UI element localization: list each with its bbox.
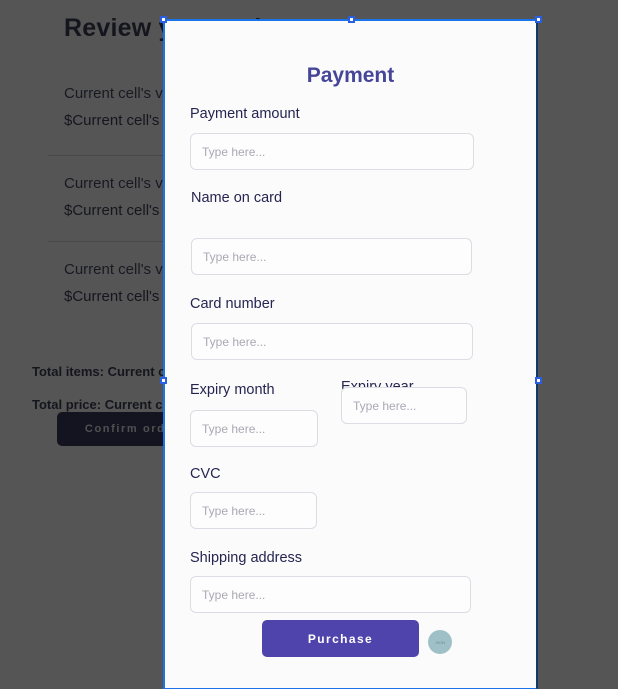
- resize-handle-middle-right[interactable]: [535, 377, 542, 384]
- expiry-year-input[interactable]: [341, 387, 467, 424]
- expiry-month-input[interactable]: [190, 410, 318, 447]
- label-payment-amount: Payment amount: [190, 106, 300, 122]
- payment-modal: Payment Payment amount Name on card Card…: [164, 20, 537, 689]
- label-shipping-address: Shipping address: [190, 550, 303, 566]
- shipping-address-input[interactable]: [190, 576, 471, 613]
- resize-handle-middle-left[interactable]: [160, 377, 167, 384]
- payment-amount-input[interactable]: [190, 133, 474, 170]
- label-expiry-month: Expiry month: [190, 382, 275, 398]
- cvc-input[interactable]: [190, 492, 317, 529]
- modal-title: Payment: [306, 64, 395, 87]
- purchase-button[interactable]: Purchase: [262, 620, 419, 657]
- resize-handle-top-right[interactable]: [535, 16, 542, 23]
- label-card-number: Card number: [190, 296, 275, 312]
- resize-handle-top-center[interactable]: [348, 16, 355, 23]
- screenshot-root: Review your order Current cell's value $…: [0, 0, 618, 689]
- status-badge[interactable]: JSON: [428, 630, 452, 654]
- label-name-on-card: Name on card: [191, 190, 283, 206]
- name-on-card-input[interactable]: [191, 238, 472, 275]
- card-number-input[interactable]: [191, 323, 473, 360]
- resize-handle-top-left[interactable]: [160, 16, 167, 23]
- label-cvc: CVC: [190, 466, 221, 482]
